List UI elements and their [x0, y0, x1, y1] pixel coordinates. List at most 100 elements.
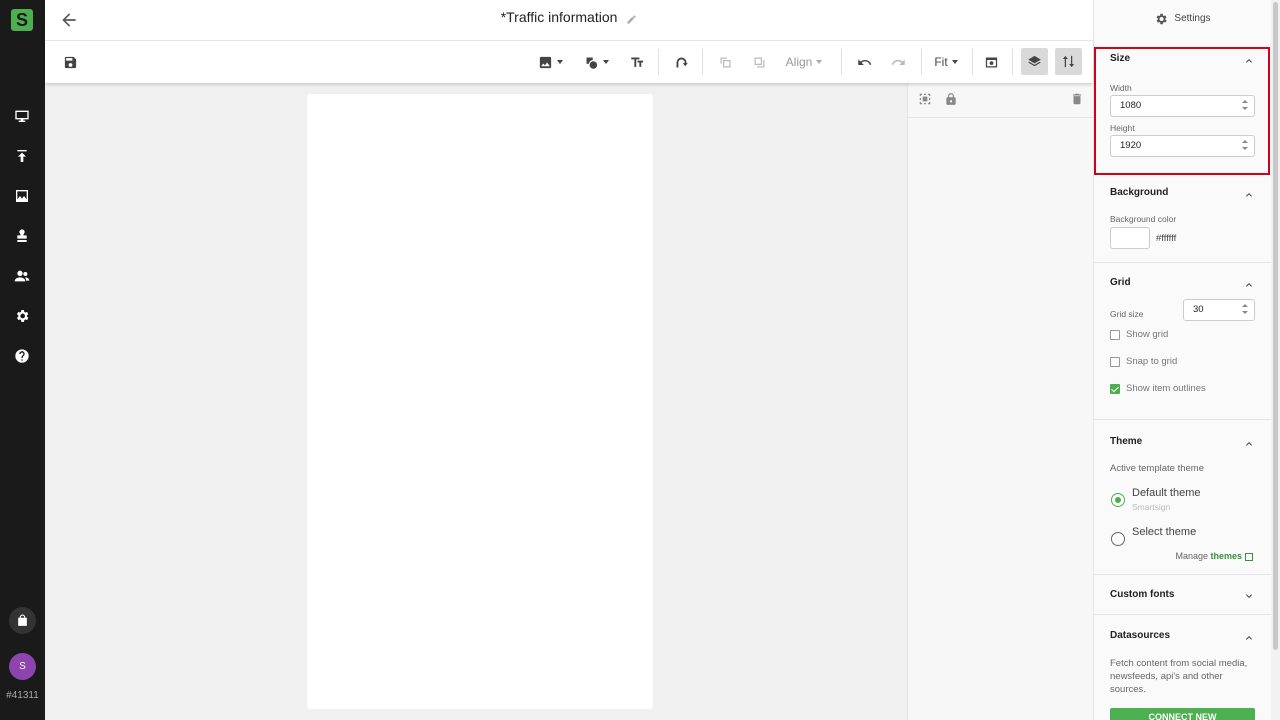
grid-size-stepper[interactable]: [1242, 304, 1248, 316]
align-label: Align: [785, 55, 813, 69]
artboard[interactable]: [307, 94, 653, 709]
size-title: Size: [1110, 53, 1131, 64]
trash-icon[interactable]: [1070, 92, 1086, 108]
users-icon[interactable]: [12, 266, 32, 286]
monitor-icon[interactable]: [12, 106, 32, 126]
upload-icon[interactable]: [12, 146, 32, 166]
show-item-outlines-checkbox[interactable]: [1110, 384, 1120, 394]
redo-button[interactable]: [888, 50, 908, 74]
default-theme-sub: Smartsign: [1132, 502, 1171, 512]
image-icon: [539, 56, 551, 68]
toolbar-divider: [658, 49, 659, 75]
toolbar-divider: [972, 49, 973, 75]
chevron-up-icon[interactable]: [1243, 55, 1255, 67]
background-color-swatch[interactable]: [1110, 227, 1150, 249]
manage-prefix: Manage: [1175, 551, 1211, 561]
grid-size-input[interactable]: 30: [1183, 299, 1255, 321]
width-label: Width: [1110, 83, 1132, 93]
lock-icon[interactable]: [944, 92, 960, 108]
chevron-up-icon[interactable]: [1243, 279, 1255, 291]
shapes-icon: [586, 57, 597, 69]
themes-link[interactable]: themes: [1210, 551, 1242, 561]
show-grid-label[interactable]: Show grid: [1126, 329, 1168, 340]
grid-size-label: Grid size: [1110, 309, 1144, 319]
document-title[interactable]: Traffic information: [506, 9, 617, 25]
bring-forward-button[interactable]: [715, 50, 735, 74]
align-dropdown[interactable]: Align: [783, 50, 825, 74]
width-input[interactable]: 1080: [1110, 95, 1255, 117]
text-icon: [630, 57, 643, 67]
select-all-icon[interactable]: [918, 92, 934, 108]
layers-icon: [1028, 55, 1041, 67]
height-input[interactable]: 1920: [1110, 135, 1255, 157]
chevron-up-icon[interactable]: [1243, 632, 1255, 644]
datasources-section: Datasources Fetch content from social me…: [1094, 615, 1271, 720]
settings-toggle-button[interactable]: [1055, 48, 1082, 75]
chevron-down-icon[interactable]: [1243, 590, 1255, 602]
connect-new-button[interactable]: CONNECT NEW: [1110, 708, 1255, 720]
toolbar-divider: [702, 49, 703, 75]
scrollbar-thumb[interactable]: [1273, 2, 1278, 650]
layers-panel: [907, 83, 1093, 720]
background-color-value: #ffffff: [1156, 233, 1177, 244]
theme-section: Theme Active template theme Default them…: [1094, 420, 1271, 575]
help-icon[interactable]: [12, 346, 32, 366]
stamp-icon[interactable]: [12, 226, 32, 246]
background-section: Background Background color #ffffff: [1094, 175, 1271, 263]
datasources-description: Fetch content from social media, newsfee…: [1110, 658, 1248, 695]
select-theme-radio[interactable]: [1111, 532, 1125, 546]
save-icon[interactable]: [61, 50, 79, 74]
page-title: *Traffic information: [45, 9, 1093, 25]
select-theme-label[interactable]: Select theme: [1132, 526, 1196, 538]
snap-to-grid-label[interactable]: Snap to grid: [1126, 356, 1177, 367]
zoom-dropdown[interactable]: Fit: [932, 50, 960, 74]
snap-to-grid-checkbox[interactable]: [1110, 357, 1120, 367]
insert-widget-button[interactable]: [671, 50, 691, 74]
active-theme-label: Active template theme: [1110, 463, 1204, 474]
custom-fonts-title: Custom fonts: [1110, 589, 1175, 600]
datasources-title: Datasources: [1110, 630, 1171, 641]
insert-text-button[interactable]: [627, 50, 647, 74]
pencil-icon[interactable]: [625, 12, 637, 24]
send-backward-button[interactable]: [749, 50, 769, 74]
height-label: Height: [1110, 123, 1135, 133]
shop-bag-icon[interactable]: [9, 607, 36, 634]
chevron-up-icon[interactable]: [1243, 438, 1255, 450]
layers-toggle-button[interactable]: [1021, 48, 1048, 75]
settings-scrollbar[interactable]: [1271, 0, 1280, 720]
app-logo[interactable]: S: [11, 9, 33, 31]
manage-themes-link[interactable]: Manage themes: [1175, 551, 1253, 561]
background-color-label: Background color: [1110, 214, 1177, 224]
chevron-up-icon[interactable]: [1243, 189, 1255, 201]
width-stepper[interactable]: [1242, 100, 1248, 112]
custom-fonts-section[interactable]: Custom fonts: [1094, 575, 1271, 615]
toolbar-divider: [1012, 49, 1013, 75]
gear-icon: [1156, 13, 1168, 24]
default-theme-radio[interactable]: [1111, 493, 1125, 507]
undo-icon: [857, 58, 871, 65]
preview-button[interactable]: [981, 50, 1001, 74]
toolbar-divider: [921, 49, 922, 75]
show-item-outlines-label[interactable]: Show item outlines: [1126, 383, 1206, 394]
grid-title: Grid: [1110, 277, 1131, 288]
width-value: 1080: [1120, 100, 1142, 111]
insert-shape-button[interactable]: [581, 50, 611, 74]
external-link-icon: [1245, 552, 1253, 561]
insert-image-button[interactable]: [535, 50, 565, 74]
default-theme-label[interactable]: Default theme: [1132, 487, 1200, 499]
grid-section: Grid Grid size 30 Show grid Snap to grid…: [1094, 263, 1271, 420]
image-icon[interactable]: [12, 186, 32, 206]
zoom-label: Fit: [934, 55, 948, 69]
show-grid-checkbox[interactable]: [1110, 330, 1120, 340]
canvas-area[interactable]: [45, 83, 907, 720]
account-id: #41311: [6, 690, 39, 701]
height-stepper[interactable]: [1242, 140, 1248, 152]
title-bar: *Traffic information: [45, 0, 1093, 41]
preview-icon: [985, 57, 997, 67]
undo-button[interactable]: [854, 50, 874, 74]
gear-icon[interactable]: [12, 306, 32, 326]
avatar[interactable]: S: [9, 653, 36, 680]
layers-toolbar: [908, 83, 1093, 118]
grid-size-value: 30: [1193, 304, 1204, 315]
settings-title: Settings: [1174, 13, 1211, 24]
